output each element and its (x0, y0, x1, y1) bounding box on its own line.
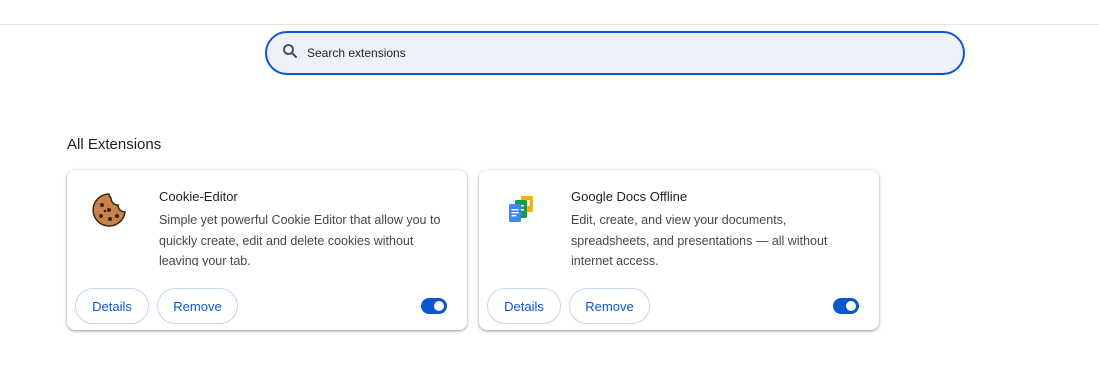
details-button[interactable]: Details (487, 288, 561, 324)
toggle-knob (846, 301, 856, 311)
enable-toggle[interactable] (833, 298, 859, 314)
search-box[interactable] (265, 31, 965, 75)
details-button[interactable]: Details (75, 288, 149, 324)
extension-name: Cookie-Editor (159, 189, 238, 204)
remove-button[interactable]: Remove (569, 288, 650, 324)
enable-toggle[interactable] (421, 298, 447, 314)
section-title: All Extensions (67, 136, 162, 153)
search-icon (281, 42, 299, 65)
extension-card-cookie-editor: Cookie-Editor Simple yet powerful Cookie… (67, 170, 467, 330)
remove-button[interactable]: Remove (157, 288, 238, 324)
cookie-icon (89, 190, 129, 230)
toggle-knob (434, 301, 444, 311)
extension-name: Google Docs Offline (571, 189, 688, 204)
google-docs-offline-icon (501, 190, 541, 230)
search-input[interactable] (307, 46, 927, 60)
header-divider (0, 24, 1099, 25)
extension-card-google-docs-offline: Google Docs Offline Edit, create, and vi… (479, 170, 879, 330)
extension-description: Simple yet powerful Cookie Editor that a… (159, 213, 441, 266)
extension-description: Edit, create, and view your documents, s… (571, 213, 828, 266)
